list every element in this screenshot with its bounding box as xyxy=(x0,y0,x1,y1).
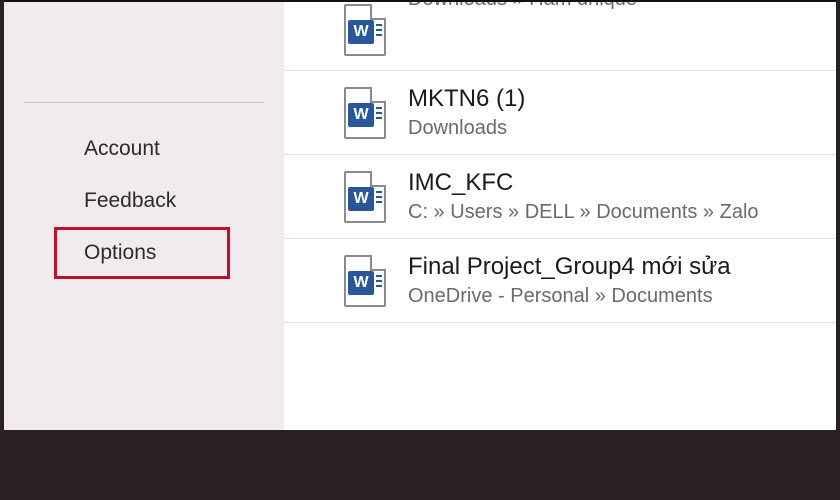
sidebar-item-label: Account xyxy=(84,137,160,160)
document-text: MKTN6 (1) Downloads xyxy=(408,85,525,140)
sidebar-item-label: Feedback xyxy=(84,189,176,212)
document-row[interactable]: W IMC_KFC C: » Users » DELL » Documents … xyxy=(284,155,836,239)
word-document-icon: W xyxy=(344,171,386,223)
document-path: C: » Users » DELL » Documents » Zalo xyxy=(408,201,759,224)
document-path: Downloads » Hàm unique xyxy=(408,2,637,11)
sidebar-spacer xyxy=(4,42,284,102)
document-row[interactable]: W MKTN6 (1) Downloads xyxy=(284,71,836,155)
sidebar-item-account[interactable]: Account xyxy=(4,123,284,175)
document-text: IMC_KFC C: » Users » DELL » Documents » … xyxy=(408,169,759,224)
word-document-icon: W xyxy=(344,87,386,139)
backstage-sidebar: Account Feedback Options xyxy=(4,2,284,430)
document-title: Final Project_Group4 mới sửa xyxy=(408,253,731,281)
sidebar-divider xyxy=(24,102,264,103)
document-text: Downloads » Hàm unique xyxy=(408,2,637,11)
word-document-icon: W xyxy=(344,255,386,307)
document-text: Final Project_Group4 mới sửa OneDrive - … xyxy=(408,253,731,308)
document-path: Downloads xyxy=(408,117,525,140)
sidebar-item-options[interactable]: Options xyxy=(54,227,230,279)
sidebar-item-feedback[interactable]: Feedback xyxy=(4,175,284,227)
document-row[interactable]: W Final Project_Group4 mới sửa OneDrive … xyxy=(284,239,836,323)
app-window: Account Feedback Options W Downloads » H… xyxy=(4,0,836,430)
sidebar-item-label: Options xyxy=(84,241,156,264)
document-path: OneDrive - Personal » Documents xyxy=(408,285,731,308)
document-title: IMC_KFC xyxy=(408,169,759,197)
document-title: MKTN6 (1) xyxy=(408,85,525,113)
word-document-icon: W xyxy=(344,4,386,56)
recent-documents-list: W Downloads » Hàm unique W MKTN6 (1) Dow… xyxy=(284,2,836,430)
document-row[interactable]: W Downloads » Hàm unique xyxy=(284,2,836,71)
